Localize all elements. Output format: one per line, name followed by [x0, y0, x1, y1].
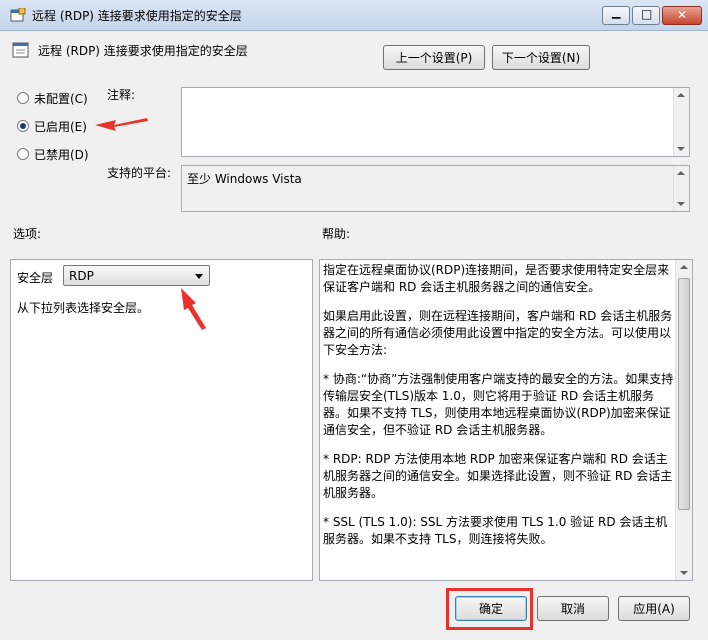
annotation-arrow-enabled: [95, 118, 148, 131]
help-text: 指定在远程桌面协议(RDP)连接期间，是否要求使用特定安全层来保证客户端和 RD…: [323, 262, 675, 560]
help-scroll-thumb[interactable]: [678, 278, 690, 510]
previous-setting-button[interactable]: 上一个设置(P): [383, 45, 485, 70]
chevron-down-icon[interactable]: [195, 274, 203, 279]
window-title: 远程 (RDP) 连接要求使用指定的安全层: [32, 9, 242, 23]
comment-textarea[interactable]: [181, 87, 690, 157]
policy-setting-icon: [12, 42, 29, 58]
help-paragraph: * RDP: RDP 方法使用本地 RDP 加密来保证客户端和 RD 会话主机服…: [323, 452, 673, 500]
next-setting-button[interactable]: 下一个设置(N): [492, 45, 590, 70]
scroll-down-icon[interactable]: [677, 202, 685, 206]
maximize-button[interactable]: □: [632, 6, 660, 25]
ok-button[interactable]: 确定: [455, 596, 527, 621]
platform-scrollbar[interactable]: [673, 166, 689, 211]
title-bar[interactable]: 远程 (RDP) 连接要求使用指定的安全层 ▁ □ ✕: [0, 0, 708, 31]
security-layer-label: 安全层: [17, 271, 54, 285]
enabled-label[interactable]: 已启用(E): [34, 118, 87, 135]
help-paragraph: 如果启用此设置，则在远程连接期间，客户端和 RD 会话主机服务器之间的所有通信必…: [323, 309, 673, 357]
comment-scrollbar[interactable]: [673, 88, 689, 156]
scroll-up-icon[interactable]: [680, 265, 688, 269]
scroll-up-icon[interactable]: [677, 93, 685, 97]
minimize-icon: ▁: [612, 6, 621, 19]
close-icon: ✕: [677, 8, 688, 22]
scroll-down-icon[interactable]: [677, 147, 685, 151]
help-scrollbar[interactable]: [675, 260, 692, 580]
not-configured-label[interactable]: 未配置(C): [34, 90, 88, 107]
disabled-label[interactable]: 已禁用(D): [34, 146, 89, 163]
options-label: 选项:: [13, 227, 42, 241]
policy-icon: [10, 8, 26, 22]
platform-field: 至少 Windows Vista: [181, 165, 690, 212]
close-button[interactable]: ✕: [662, 6, 702, 25]
platform-label: 支持的平台:: [107, 166, 172, 180]
scroll-down-icon[interactable]: [680, 571, 688, 575]
security-layer-value: RDP: [69, 269, 94, 283]
enabled-radio[interactable]: [17, 120, 29, 132]
comment-label: 注释:: [107, 88, 136, 102]
not-configured-radio[interactable]: [17, 92, 29, 104]
help-label: 帮助:: [322, 227, 351, 241]
cancel-button[interactable]: 取消: [537, 596, 609, 621]
security-layer-select[interactable]: RDP: [63, 265, 210, 286]
apply-button[interactable]: 应用(A): [618, 596, 690, 621]
maximize-icon: □: [641, 7, 653, 21]
help-paragraph: * 协商:“协商”方法强制使用客户端支持的最安全的方法。如果支持传输层安全(TL…: [323, 372, 674, 437]
security-layer-hint: 从下拉列表选择安全层。: [17, 301, 150, 315]
minimize-button[interactable]: ▁: [602, 6, 630, 25]
options-panel: 安全层 RDP 从下拉列表选择安全层。: [10, 259, 313, 581]
disabled-radio[interactable]: [17, 148, 29, 160]
policy-title: 远程 (RDP) 连接要求使用指定的安全层: [38, 44, 248, 58]
help-paragraph: * SSL (TLS 1.0): SSL 方法要求使用 TLS 1.0 验证 R…: [323, 515, 668, 546]
help-paragraph: 指定在远程桌面协议(RDP)连接期间，是否要求使用特定安全层来保证客户端和 RD…: [323, 263, 670, 294]
scroll-up-icon[interactable]: [677, 171, 685, 175]
platform-value: 至少 Windows Vista: [187, 172, 302, 186]
help-panel: 指定在远程桌面协议(RDP)连接期间，是否要求使用特定安全层来保证客户端和 RD…: [319, 259, 693, 581]
